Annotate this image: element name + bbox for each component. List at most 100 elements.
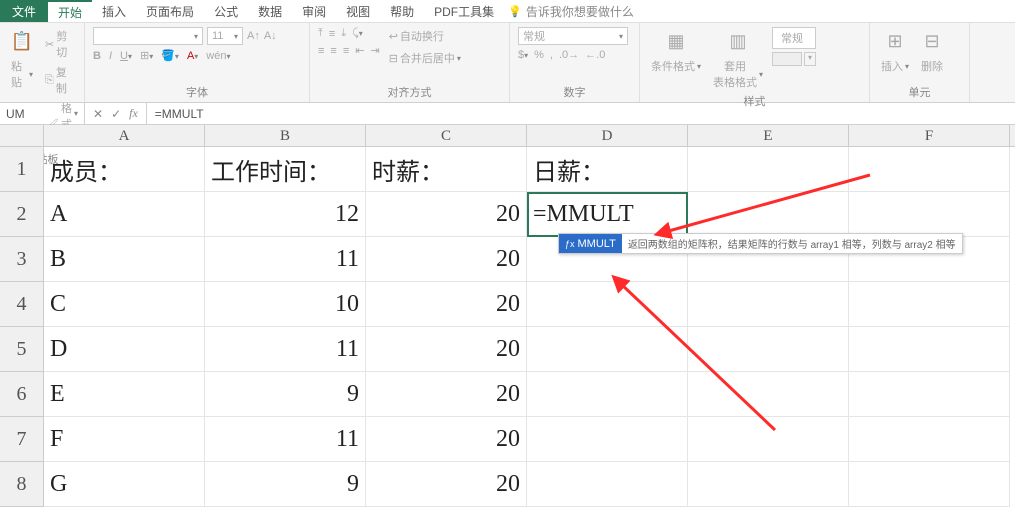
cell[interactable] — [527, 327, 688, 372]
file-tab[interactable]: 文件 — [0, 0, 48, 22]
cancel-formula-icon[interactable]: ✕ — [93, 107, 103, 121]
cell[interactable] — [849, 372, 1010, 417]
merge-center-button[interactable]: ⊟ 合并后居中▾ — [386, 49, 464, 67]
align-left-icon[interactable]: ≡ — [318, 45, 324, 57]
row-header[interactable]: 2 — [0, 192, 44, 237]
border-button[interactable]: ⊞▾ — [140, 49, 153, 62]
cell[interactable]: 时薪： — [366, 147, 527, 192]
decrease-font-icon[interactable]: A↓ — [264, 30, 277, 42]
name-box[interactable]: UM▾ — [0, 103, 85, 124]
cell[interactable] — [688, 192, 849, 237]
row-header[interactable]: 5 — [0, 327, 44, 372]
cell[interactable] — [849, 282, 1010, 327]
cell[interactable] — [688, 147, 849, 192]
cell[interactable]: 20 — [366, 327, 527, 372]
tab-data[interactable]: 数据 — [248, 0, 292, 22]
bold-button[interactable]: B — [93, 50, 101, 62]
cell-editing[interactable]: =MMULT — [527, 192, 688, 237]
cell[interactable]: 10 — [205, 282, 366, 327]
align-right-icon[interactable]: ≡ — [343, 45, 349, 57]
percent-icon[interactable]: % — [534, 49, 544, 61]
comma-icon[interactable]: , — [550, 49, 553, 61]
accept-formula-icon[interactable]: ✓ — [111, 107, 121, 121]
cell[interactable]: 11 — [205, 327, 366, 372]
row-header[interactable]: 7 — [0, 417, 44, 462]
cell[interactable] — [849, 417, 1010, 462]
cell[interactable] — [527, 417, 688, 462]
function-tooltip[interactable]: ƒx MMULT 返回两数组的矩阵积，结果矩阵的行数与 array1 相等，列数… — [558, 233, 963, 254]
align-top-icon[interactable]: ⤒ — [318, 27, 323, 40]
cell[interactable] — [688, 462, 849, 507]
tab-home[interactable]: 开始 — [48, 0, 92, 22]
cell[interactable] — [527, 282, 688, 327]
cell[interactable]: G — [44, 462, 205, 507]
cell[interactable] — [849, 462, 1010, 507]
cell[interactable] — [688, 372, 849, 417]
col-header[interactable]: A — [44, 125, 205, 146]
cell[interactable]: D — [44, 327, 205, 372]
insert-cells-icon[interactable]: ⊞ — [881, 27, 909, 55]
col-header[interactable]: F — [849, 125, 1010, 146]
cell[interactable] — [849, 147, 1010, 192]
tab-layout[interactable]: 页面布局 — [136, 0, 204, 22]
cell[interactable]: 11 — [205, 237, 366, 282]
cell[interactable] — [527, 372, 688, 417]
align-bottom-icon[interactable]: ⤓ — [341, 27, 346, 40]
tab-insert[interactable]: 插入 — [92, 0, 136, 22]
fill-color-button[interactable]: 🪣▾ — [161, 49, 179, 62]
formula-input[interactable]: =MMULT — [147, 107, 1015, 121]
cell[interactable] — [688, 282, 849, 327]
fx-icon[interactable]: fx — [129, 106, 138, 121]
font-family-select[interactable]: ▾ — [93, 27, 203, 45]
style-gallery[interactable]: ▾ — [772, 52, 816, 66]
increase-decimal-icon[interactable]: .0→ — [559, 49, 579, 61]
col-header[interactable]: C — [366, 125, 527, 146]
tab-review[interactable]: 审阅 — [292, 0, 336, 22]
cell[interactable]: 20 — [366, 192, 527, 237]
row-header[interactable]: 1 — [0, 147, 44, 192]
cell[interactable]: 20 — [366, 417, 527, 462]
delete-cells-icon[interactable]: ⊟ — [918, 27, 946, 55]
cell[interactable]: 日薪： — [527, 147, 688, 192]
cut-button[interactable]: ✂ 剪切 — [42, 27, 76, 61]
font-color-button[interactable]: A▾ — [187, 50, 198, 62]
cell[interactable] — [688, 417, 849, 462]
cell[interactable]: 9 — [205, 462, 366, 507]
table-format-button[interactable]: 套用 表格格式▾ — [710, 57, 766, 91]
cell[interactable]: 20 — [366, 462, 527, 507]
cell[interactable]: C — [44, 282, 205, 327]
cell[interactable]: F — [44, 417, 205, 462]
cell[interactable]: E — [44, 372, 205, 417]
decrease-decimal-icon[interactable]: ←.0 — [585, 49, 605, 61]
phonetic-button[interactable]: wén▾ — [206, 50, 230, 62]
align-center-icon[interactable]: ≡ — [330, 45, 336, 57]
cell[interactable]: 11 — [205, 417, 366, 462]
row-header[interactable]: 8 — [0, 462, 44, 507]
orientation-icon[interactable]: ⤹▾ — [352, 27, 363, 40]
table-format-icon[interactable]: ▥ — [724, 27, 752, 55]
style-normal[interactable]: 常规 — [772, 27, 816, 49]
indent-in-icon[interactable]: ⇥ — [370, 44, 379, 57]
underline-button[interactable]: U▾ — [120, 50, 132, 62]
wrap-text-button[interactable]: ↩ 自动换行 — [386, 27, 464, 45]
row-header[interactable]: 3 — [0, 237, 44, 282]
conditional-format-button[interactable]: 条件格式▾ — [648, 57, 704, 75]
font-size-select[interactable]: 11▾ — [207, 27, 243, 45]
tab-help[interactable]: 帮助 — [380, 0, 424, 22]
cell[interactable]: 12 — [205, 192, 366, 237]
cell[interactable]: 20 — [366, 372, 527, 417]
conditional-format-icon[interactable]: ▦ — [662, 27, 690, 55]
paste-button[interactable]: 粘贴▾ — [8, 57, 36, 91]
cell[interactable]: 9 — [205, 372, 366, 417]
cell[interactable] — [527, 462, 688, 507]
tab-view[interactable]: 视图 — [336, 0, 380, 22]
row-header[interactable]: 4 — [0, 282, 44, 327]
cell[interactable] — [849, 327, 1010, 372]
row-header[interactable]: 6 — [0, 372, 44, 417]
cell[interactable]: A — [44, 192, 205, 237]
number-format-select[interactable]: 常规▾ — [518, 27, 628, 45]
cell[interactable] — [849, 192, 1010, 237]
tab-pdf[interactable]: PDF工具集 — [424, 0, 504, 22]
tell-me-search[interactable]: 💡 告诉我你想要做什么 — [508, 0, 634, 22]
cell[interactable]: 工作时间： — [205, 147, 366, 192]
